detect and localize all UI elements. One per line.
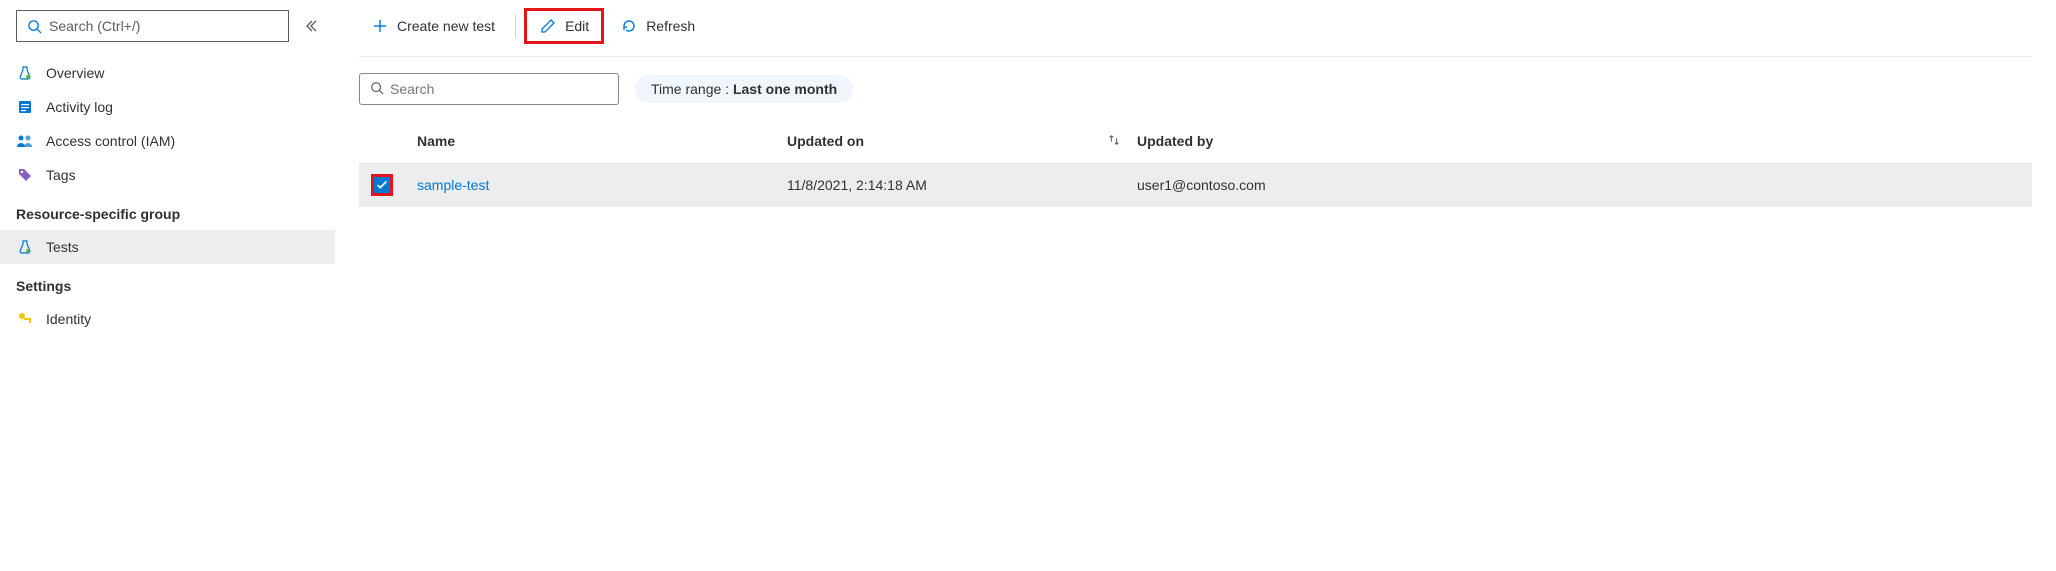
sort-icon <box>1107 133 1121 150</box>
collapse-sidebar-button[interactable] <box>299 14 323 38</box>
filter-search-input[interactable] <box>384 81 608 97</box>
sidebar-item-identity[interactable]: Identity <box>0 302 335 336</box>
plus-icon <box>371 17 389 35</box>
sidebar-item-label: Tests <box>46 239 79 255</box>
row-updated-by: user1@contoso.com <box>1129 167 2032 203</box>
time-range-filter[interactable]: Time range : Last one month <box>635 75 853 103</box>
filter-row: Time range : Last one month <box>359 73 2032 105</box>
column-updated-on[interactable]: Updated on <box>779 123 1129 160</box>
sidebar-item-label: Tags <box>46 167 76 183</box>
edit-button[interactable]: Edit <box>524 8 604 44</box>
table-row[interactable]: sample-test 11/8/2021, 2:14:18 AM user1@… <box>359 163 2032 207</box>
pencil-icon <box>539 17 557 35</box>
button-label: Create new test <box>397 18 495 34</box>
flask-icon <box>16 64 34 82</box>
refresh-icon <box>620 17 638 35</box>
column-updated-by[interactable]: Updated by <box>1129 123 2032 159</box>
log-icon <box>16 98 34 116</box>
time-range-value: Last one month <box>733 81 837 97</box>
sidebar-item-activity-log[interactable]: Activity log <box>0 90 335 124</box>
sidebar-search-row <box>0 10 335 56</box>
tag-icon <box>16 166 34 184</box>
search-icon <box>25 17 43 35</box>
button-label: Refresh <box>646 18 695 34</box>
people-icon <box>16 132 34 150</box>
sidebar-item-label: Access control (IAM) <box>46 133 175 149</box>
sidebar-item-label: Activity log <box>46 99 113 115</box>
sidebar-group-resource-specific: Resource-specific group <box>0 192 335 230</box>
refresh-button[interactable]: Refresh <box>608 11 707 41</box>
flask-icon <box>16 238 34 256</box>
column-checkbox <box>359 131 409 151</box>
sidebar-item-label: Identity <box>46 311 91 327</box>
toolbar: Create new test Edit Refresh <box>359 8 2032 57</box>
sidebar-item-access-control[interactable]: Access control (IAM) <box>0 124 335 158</box>
button-label: Edit <box>565 18 589 34</box>
create-new-test-button[interactable]: Create new test <box>359 11 507 41</box>
search-icon <box>370 81 384 98</box>
sidebar-item-overview[interactable]: Overview <box>0 56 335 90</box>
main-content: Create new test Edit Refresh Time range … <box>335 0 2056 571</box>
row-checkbox-cell <box>359 164 409 206</box>
sidebar: Overview Activity log Access control (IA… <box>0 0 335 571</box>
table-header: Name Updated on Updated by <box>359 119 2032 163</box>
sidebar-search-box[interactable] <box>16 10 289 42</box>
sidebar-item-tags[interactable]: Tags <box>0 158 335 192</box>
time-range-prefix: Time range : <box>651 81 733 97</box>
column-name[interactable]: Name <box>409 123 779 159</box>
sidebar-group-settings: Settings <box>0 264 335 302</box>
sidebar-item-tests[interactable]: Tests <box>0 230 335 264</box>
row-updated-on: 11/8/2021, 2:14:18 AM <box>779 167 1129 203</box>
key-icon <box>16 310 34 328</box>
row-name[interactable]: sample-test <box>409 167 779 203</box>
tests-table: Name Updated on Updated by sample-test 1… <box>359 119 2032 207</box>
row-checkbox[interactable] <box>371 174 393 196</box>
toolbar-divider <box>515 15 516 37</box>
sidebar-search-input[interactable] <box>43 18 280 34</box>
sidebar-item-label: Overview <box>46 65 104 81</box>
filter-search-box[interactable] <box>359 73 619 105</box>
